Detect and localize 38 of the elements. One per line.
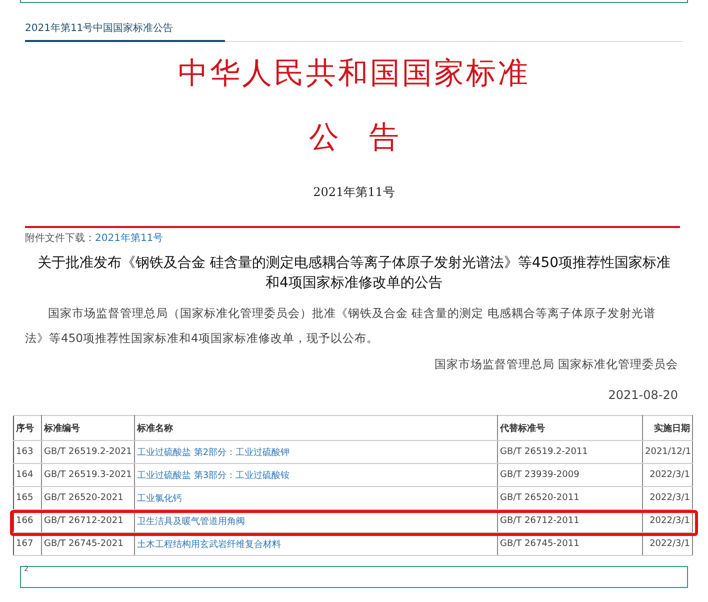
table-cell: GB/T 26519.3-2021 xyxy=(42,464,134,486)
standard-name-link[interactable]: 工业过硫酸盐 第3部分：工业过硫酸铵 xyxy=(134,464,498,486)
standard-name-link[interactable]: 工业氯化钙 xyxy=(134,486,498,510)
table-cell: 163 xyxy=(14,440,42,464)
breadcrumb-link[interactable]: 2021年第11号中国国家标准公告 xyxy=(25,23,174,34)
column-header: 标准编号 xyxy=(42,416,134,440)
table-cell: GB/T 26745-2011 xyxy=(498,532,642,556)
document-subtitle: 公 告 xyxy=(308,119,400,157)
table-cell: 2021/12/1 xyxy=(642,440,692,464)
attachment-label: 附件文件下载： xyxy=(25,233,95,244)
table-cell: GB/T 26712-2011 xyxy=(498,510,642,532)
table-cell: GB/T 26520-2021 xyxy=(42,486,134,510)
signature: 国家市场监督管理总局 国家标准化管理委员会 xyxy=(433,357,678,372)
document-title: 中华人民共和国国家标准 xyxy=(177,55,531,93)
announcement-body: 国家市场监督管理总局（国家标准化管理委员会）批准《钢铁及合金 硅含量的测定 电感耦合等离子体原子发射光谱法》等450项推荐性国家标准和4项国家标准修改单，现予以公布。 xyxy=(25,305,656,347)
table-cell: GB/T 26745-2021 xyxy=(42,532,134,556)
column-header: 代替标准号 xyxy=(498,416,642,440)
issue-number: 2021年第11号 xyxy=(312,184,396,201)
announcement-date: 2021-08-20 xyxy=(607,388,678,402)
column-header: 实施日期 xyxy=(642,416,692,440)
table-cell: 165 xyxy=(14,486,42,510)
table-cell: 2022/3/1 xyxy=(642,510,692,532)
table-cell: GB/T 26712-2021 xyxy=(42,510,134,532)
standard-name-link[interactable]: 卫生洁具及暖气管道用角阀 xyxy=(134,510,498,532)
table-cell: 2022/3/1 xyxy=(642,464,692,486)
attachment-link[interactable]: 2021年第11号 xyxy=(95,233,164,244)
table-cell: 164 xyxy=(14,464,42,486)
table-cell: GB/T 26519.2-2011 xyxy=(498,440,642,464)
table-cell: GB/T 26520-2011 xyxy=(498,486,642,510)
table-cell: GB/T 23939-2009 xyxy=(498,464,642,486)
column-header: 标准名称 xyxy=(134,416,498,440)
table-cell: 2022/3/1 xyxy=(642,486,692,510)
table-cell: GB/T 26519.2-2021 xyxy=(42,440,134,464)
standard-name-link[interactable]: 工业过硫酸盐 第2部分：工业过硫酸钾 xyxy=(134,440,498,464)
announcement-headline: 关于批准发布《钢铁及合金 硅含量的测定电感耦合等离子体原子发射光谱法》等450项推荐性国家标准和4项国家标准修改单的公告 xyxy=(36,254,672,293)
table-cell: 2022/3/1 xyxy=(642,532,692,556)
standard-name-link[interactable]: 土木工程结构用玄武岩纤维复合材料 xyxy=(134,532,498,556)
column-header: 序号 xyxy=(14,416,42,440)
